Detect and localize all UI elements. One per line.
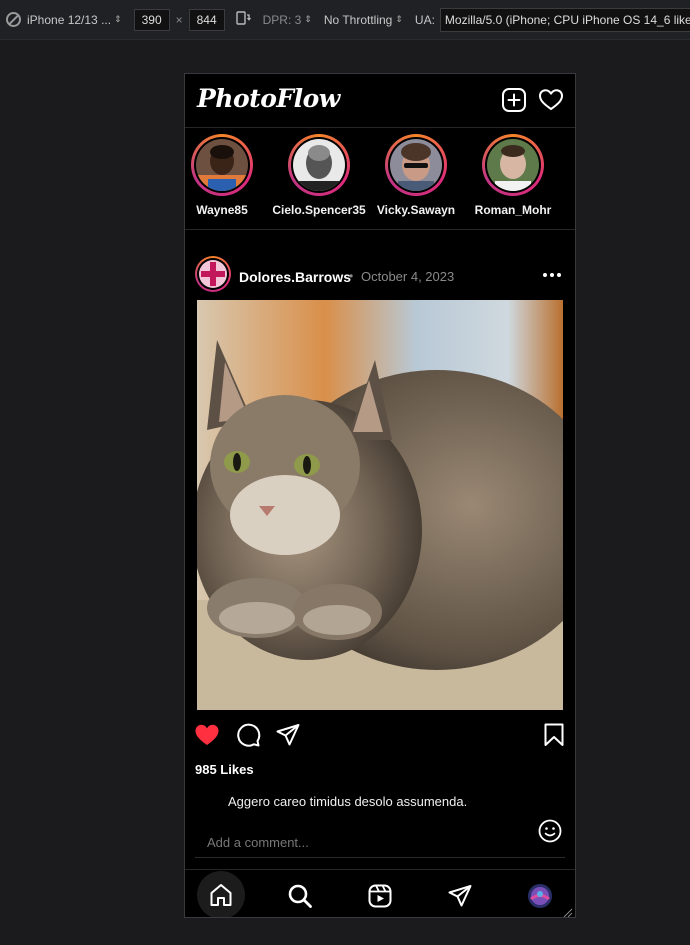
send-icon bbox=[448, 885, 472, 907]
bottom-nav bbox=[185, 869, 575, 917]
add-post-icon[interactable] bbox=[501, 87, 527, 113]
post-image[interactable] bbox=[197, 300, 563, 710]
ua-label: UA: bbox=[414, 12, 435, 27]
ua-input[interactable]: Mozilla/5.0 (iPhone; CPU iPhone OS 14_6 … bbox=[439, 7, 690, 32]
devtools-toolbar: iPhone 12/13 ... ⇕ 390 × 844 DPR: 3 ⇕ No… bbox=[0, 0, 690, 40]
device-label: iPhone 12/13 ... bbox=[27, 12, 112, 27]
post-username[interactable]: Dolores.Barrows bbox=[239, 269, 351, 285]
story-avatar bbox=[196, 139, 248, 191]
stories-bar: Wayne85 Cielo.Spencer35 Vicky.Sawayn Rom… bbox=[185, 128, 575, 230]
throttling-label: No Throttling bbox=[323, 12, 393, 27]
story-ring bbox=[482, 134, 544, 196]
rotate-icon[interactable] bbox=[235, 10, 251, 29]
story-username: Cielo.Spencer35 bbox=[272, 203, 366, 217]
story-ring bbox=[385, 134, 447, 196]
dimension-separator: × bbox=[175, 12, 183, 27]
app-logo[interactable]: PhotoFlow bbox=[197, 84, 340, 113]
app-header: PhotoFlow bbox=[185, 74, 575, 128]
nav-profile[interactable] bbox=[517, 874, 563, 917]
story-avatar bbox=[487, 139, 539, 191]
dpr-label: DPR: 3 bbox=[262, 12, 302, 27]
story-item[interactable]: Wayne85 bbox=[185, 134, 270, 217]
height-input[interactable]: 844 bbox=[188, 8, 225, 31]
bookmark-icon[interactable] bbox=[541, 722, 567, 748]
emoji-icon[interactable] bbox=[537, 818, 563, 844]
story-avatar bbox=[293, 139, 345, 191]
likes-count[interactable]: 985 Likes bbox=[195, 762, 254, 777]
dpr-selector[interactable]: DPR: 3 ⇕ bbox=[257, 0, 318, 39]
post-header: Dolores.Barrows • October 4, 2023 bbox=[185, 254, 575, 298]
comment-row bbox=[195, 819, 565, 858]
device-viewport: PhotoFlow Wayne85 Cielo.Spencer35 Vicky.… bbox=[184, 73, 576, 918]
resize-handle-icon[interactable] bbox=[563, 905, 573, 917]
story-item[interactable]: Cielo.Spencer35 bbox=[271, 134, 367, 217]
share-icon[interactable] bbox=[275, 722, 301, 748]
story-item[interactable]: Roman_Mohr bbox=[465, 134, 561, 217]
search-icon bbox=[288, 884, 312, 908]
disable-icon bbox=[6, 12, 21, 27]
story-ring bbox=[288, 134, 350, 196]
heart-icon[interactable] bbox=[538, 87, 564, 113]
home-icon bbox=[210, 884, 232, 906]
comment-input[interactable] bbox=[207, 832, 527, 852]
chevron-updown-icon: ⇕ bbox=[304, 14, 312, 24]
chevron-updown-icon: ⇕ bbox=[114, 14, 122, 24]
throttling-selector[interactable]: No Throttling ⇕ bbox=[318, 0, 409, 39]
comment-icon[interactable] bbox=[235, 722, 261, 748]
width-input[interactable]: 390 bbox=[133, 8, 170, 31]
post-caption: Aggero careo timidus desolo assumenda. bbox=[228, 794, 468, 809]
story-username: Wayne85 bbox=[196, 203, 248, 217]
nav-home[interactable] bbox=[197, 871, 245, 917]
date-separator: • bbox=[349, 269, 354, 283]
nav-search[interactable] bbox=[277, 874, 323, 917]
story-username: Vicky.Sawayn bbox=[376, 203, 456, 217]
nav-messages[interactable] bbox=[437, 874, 483, 917]
like-icon[interactable] bbox=[194, 722, 220, 748]
story-ring bbox=[191, 134, 253, 196]
reels-icon bbox=[368, 884, 392, 908]
more-options-icon[interactable] bbox=[541, 268, 563, 282]
post-actions bbox=[185, 720, 575, 750]
story-avatar bbox=[390, 139, 442, 191]
profile-avatar bbox=[528, 884, 552, 908]
story-username: Roman_Mohr bbox=[474, 203, 552, 217]
chevron-updown-icon: ⇕ bbox=[395, 14, 403, 24]
story-item[interactable]: Vicky.Sawayn bbox=[368, 134, 464, 217]
nav-reels[interactable] bbox=[357, 874, 403, 917]
post-avatar[interactable] bbox=[195, 256, 231, 292]
post-date: October 4, 2023 bbox=[361, 269, 455, 284]
device-selector[interactable]: iPhone 12/13 ... ⇕ bbox=[0, 0, 128, 39]
